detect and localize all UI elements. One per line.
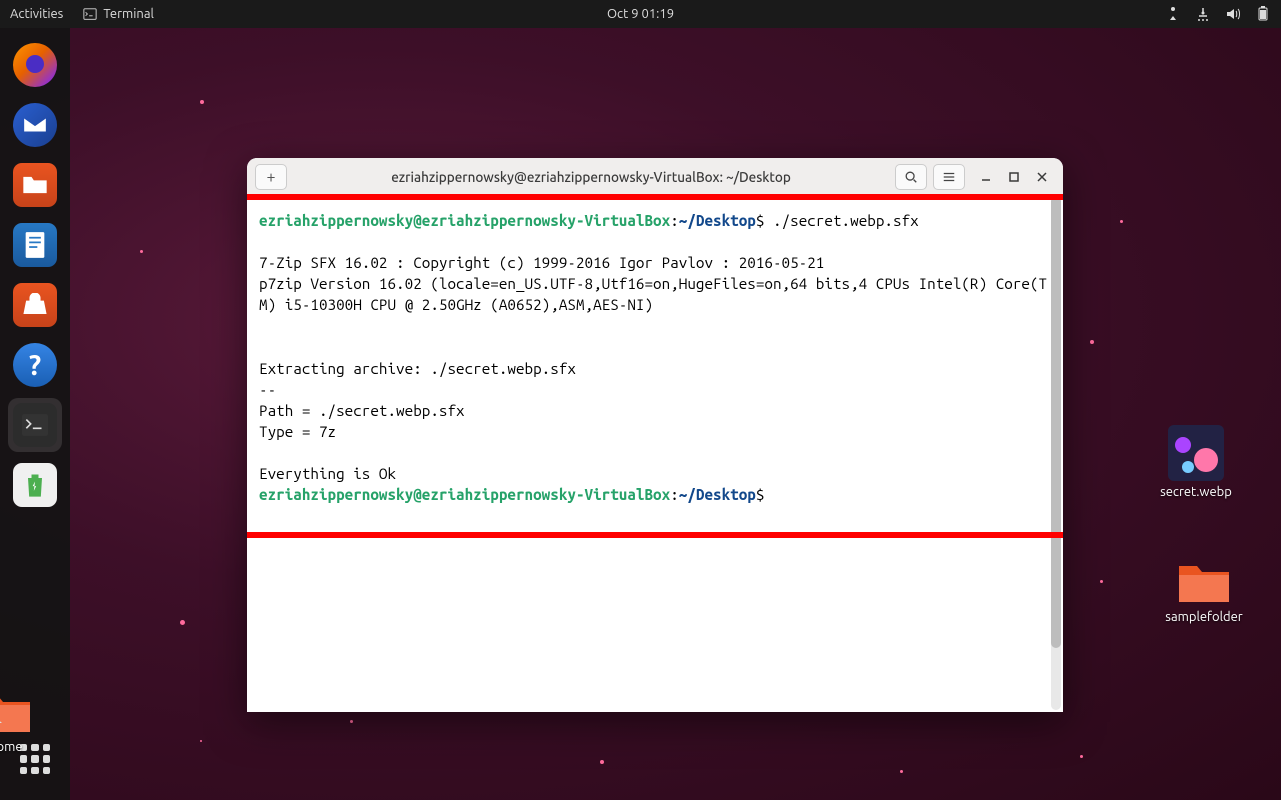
dock-item-help[interactable]: ?	[8, 338, 62, 392]
maximize-button[interactable]	[1007, 170, 1021, 184]
bg-star	[200, 100, 204, 104]
desktop-icon-samplefolder[interactable]: samplefolder	[1159, 558, 1249, 624]
volume-icon[interactable]	[1225, 6, 1241, 22]
prompt-cwd: ~/Desktop	[679, 486, 756, 503]
writer-icon	[13, 223, 57, 267]
bg-star	[350, 720, 353, 723]
bg-star	[600, 760, 604, 764]
desktop-icon-home[interactable]: Home	[0, 688, 50, 754]
terminal-app-icon	[13, 403, 57, 447]
prompt-cwd: ~/Desktop	[679, 212, 756, 229]
dock: ?	[0, 28, 70, 800]
activities-button[interactable]: Activities	[10, 7, 63, 21]
desktop-icon-label: Home	[0, 740, 23, 754]
bg-star	[200, 740, 202, 742]
terminal-line: ezriahzippernowsky@ezriahzippernowsky-Vi…	[259, 210, 1051, 231]
desktop-icon-label: secret.webp	[1160, 485, 1232, 499]
software-icon	[13, 283, 57, 327]
dock-item-writer[interactable]	[8, 218, 62, 272]
dock-item-files[interactable]	[8, 158, 62, 212]
dock-item-firefox[interactable]	[8, 38, 62, 92]
prompt-user-host: ezriahzippernowsky@ezriahzippernowsky-Vi…	[259, 212, 670, 229]
battery-icon[interactable]	[1255, 6, 1271, 22]
command-output: 7-Zip SFX 16.02 : Copyright (c) 1999-201…	[259, 231, 1051, 484]
terminal-window: + ezriahzippernowsky@ezriahzippernowsky-…	[247, 158, 1063, 712]
desktop-icon-label: samplefolder	[1165, 610, 1242, 624]
files-icon	[13, 163, 57, 207]
image-file-icon	[1168, 425, 1224, 481]
dock-item-software[interactable]	[8, 278, 62, 332]
folder-icon	[1176, 558, 1232, 606]
dock-item-trash[interactable]	[8, 458, 62, 512]
bg-star	[140, 250, 143, 253]
bg-star	[180, 620, 185, 625]
minimize-button[interactable]	[979, 170, 993, 184]
new-tab-button[interactable]: +	[255, 164, 287, 190]
firefox-icon	[13, 43, 57, 87]
dock-item-thunderbird[interactable]	[8, 98, 62, 152]
prompt-user-host: ezriahzippernowsky@ezriahzippernowsky-Vi…	[259, 486, 670, 503]
home-icon	[0, 714, 4, 734]
folder-icon	[0, 688, 33, 736]
network-icon[interactable]	[1195, 6, 1211, 22]
bg-star	[900, 770, 903, 773]
search-button[interactable]	[895, 164, 927, 190]
help-icon: ?	[13, 343, 57, 387]
bg-star	[1080, 755, 1083, 758]
window-titlebar[interactable]: + ezriahzippernowsky@ezriahzippernowsky-…	[247, 158, 1063, 196]
terminal-output-area[interactable]: ezriahzippernowsky@ezriahzippernowsky-Vi…	[247, 196, 1063, 712]
menu-button[interactable]	[933, 164, 965, 190]
desktop-icon-secret-webp[interactable]: secret.webp	[1151, 425, 1241, 499]
bg-star	[1090, 340, 1094, 344]
active-app-indicator[interactable]: Terminal	[83, 7, 154, 21]
window-title: ezriahzippernowsky@ezriahzippernowsky-Vi…	[287, 169, 895, 185]
dock-item-terminal[interactable]	[8, 398, 62, 452]
thunderbird-icon	[13, 103, 57, 147]
accessibility-icon[interactable]	[1165, 6, 1181, 22]
bg-star	[1120, 220, 1123, 223]
close-button[interactable]	[1035, 170, 1049, 184]
terminal-line: ezriahzippernowsky@ezriahzippernowsky-Vi…	[259, 484, 1051, 505]
active-app-name: Terminal	[103, 7, 154, 21]
scrollbar[interactable]	[1051, 196, 1061, 710]
clock[interactable]: Oct 9 01:19	[607, 7, 674, 21]
bg-star	[1100, 580, 1103, 583]
terminal-icon	[83, 7, 97, 21]
top-panel: Activities Terminal Oct 9 01:19	[0, 0, 1281, 28]
trash-icon	[13, 463, 57, 507]
scrollbar-thumb[interactable]	[1051, 196, 1061, 648]
command-text: ./secret.webp.sfx	[773, 212, 919, 229]
